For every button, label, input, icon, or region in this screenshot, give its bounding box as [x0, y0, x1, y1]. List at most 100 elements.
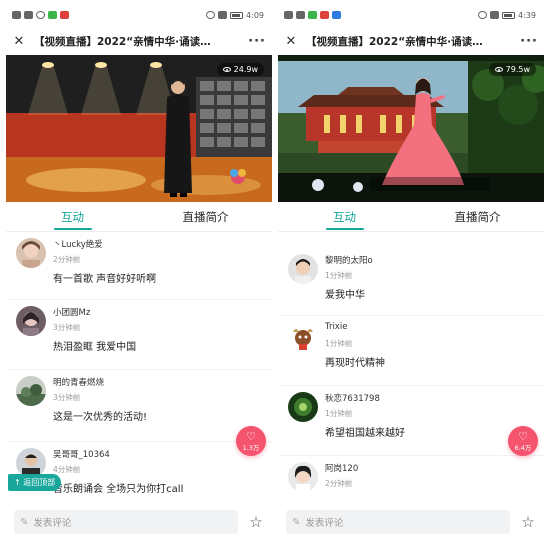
comment-time: 2分钟前 [53, 255, 81, 264]
battery-icon [230, 11, 244, 19]
comment-username[interactable]: 丶Lucky绝爱 [53, 238, 103, 250]
status-icons-left [12, 11, 69, 19]
comment-text: 这是一次优秀的活动! [53, 412, 148, 423]
comment-username[interactable]: 阿岗120 [325, 462, 358, 474]
status-bar: 4:39 [278, 0, 544, 30]
phone-screen-right: 4:39 ✕ 【视频直播】2022“亲情中华·诵读… ··· 79.5w 互动 … [278, 0, 544, 550]
live-video-player[interactable]: 79.5w [278, 55, 544, 202]
comment-username[interactable]: 明的青春燃烧 [53, 376, 104, 388]
pencil-icon: ✎ [292, 516, 301, 528]
comment-username[interactable]: 小团圆Mz [53, 306, 90, 318]
eye-comfort-icon [206, 11, 216, 19]
avatar-image [16, 376, 46, 406]
eye-icon [494, 67, 503, 72]
signal-icon [284, 11, 293, 19]
stage-scene-image [6, 55, 272, 202]
like-count: 1.3万 [242, 444, 260, 452]
comment-username[interactable]: 黎明的太阳o [325, 254, 373, 266]
stage-scene-image [278, 55, 544, 202]
list-item: 秋恋7631798 1分钟前 希望祖国越来越好 [278, 386, 544, 456]
page-title: 【视频直播】2022“亲情中华·诵读… [306, 35, 483, 48]
star-icon[interactable]: ☆ [520, 513, 536, 531]
battery-icon [502, 11, 516, 19]
avatar[interactable] [288, 462, 318, 492]
avatar[interactable] [16, 306, 46, 336]
close-icon[interactable]: ✕ [12, 35, 26, 48]
comment-text: 再现时代精神 [325, 358, 385, 369]
tab-live-intro[interactable]: 直播简介 [411, 202, 544, 232]
status-time: 4:39 [518, 10, 536, 20]
pencil-icon: ✎ [20, 516, 29, 528]
avatar-image [288, 462, 318, 492]
back-to-top-button[interactable]: ↑ 返回顶部 [8, 474, 62, 491]
comment-input[interactable]: ✎ 发表评论 [14, 510, 238, 534]
comment-input[interactable]: ✎ 发表评论 [286, 510, 510, 534]
view-count-badge: 79.5w [488, 63, 536, 76]
list-item: Trixie 1分钟前 再现时代精神 [278, 316, 544, 386]
comment-time: 3分钟前 [53, 393, 81, 402]
app-notification-icon [332, 11, 341, 19]
tab-bar: 互动 直播简介 [6, 202, 272, 232]
avatar[interactable] [288, 392, 318, 422]
eye-icon [222, 67, 231, 72]
like-count: 6.4万 [514, 444, 532, 452]
status-icons-left [284, 11, 341, 19]
wechat-app-icon [48, 11, 57, 19]
status-time: 4:09 [246, 10, 264, 20]
bottom-comment-bar: ✎ 发表评论 ☆ [278, 505, 544, 539]
avatar[interactable] [16, 238, 46, 268]
wifi-icon [296, 11, 305, 19]
list-item: 丶Lucky绝爱 2分钟前 有一首歌 声音好好听啊 [6, 232, 272, 300]
comment-username[interactable]: 秋恋7631798 [325, 392, 380, 404]
avatar-image [16, 306, 46, 336]
page-title: 【视频直播】2022“亲情中华·诵读… [34, 35, 211, 48]
status-icons-right: 4:09 [206, 11, 264, 20]
view-count-badge: 24.9w [216, 63, 264, 76]
list-item: 黎明的太阳o 1分钟前 爱我中华 [278, 248, 544, 316]
view-count-value: 24.9w [233, 65, 258, 74]
arrow-up-icon: ↑ [14, 478, 21, 487]
avatar-image [288, 254, 318, 284]
list-item: 小团圆Mz 3分钟前 热泪盈眶 我爱中国 [6, 300, 272, 370]
view-count-value: 79.5w [505, 65, 530, 74]
nfc-icon [36, 11, 45, 19]
eye-comfort-icon [478, 11, 488, 19]
comment-time: 1分钟前 [325, 339, 353, 348]
comment-username[interactable]: 吴哥哥_10364 [53, 448, 110, 460]
tab-live-intro[interactable]: 直播简介 [139, 202, 272, 232]
more-options-icon[interactable]: ··· [520, 34, 538, 49]
avatar[interactable] [288, 254, 318, 284]
tab-interaction[interactable]: 互动 [278, 202, 411, 232]
comment-input-placeholder: 发表评论 [33, 518, 72, 529]
like-button[interactable]: ♡ 1.3万 [236, 426, 266, 456]
comment-list[interactable]: 丶Lucky绝爱 2分钟前 有一首歌 声音好好听啊 小团圆Mz 3分钟前 热泪盈… [6, 232, 272, 502]
avatar[interactable] [16, 376, 46, 406]
heart-icon: ♡ [246, 430, 256, 443]
bluetooth-icon [490, 11, 500, 19]
like-button[interactable]: ♡ 6.4万 [508, 426, 538, 456]
star-icon[interactable]: ☆ [248, 513, 264, 531]
app-notification-icon [60, 11, 69, 19]
tab-interaction[interactable]: 互动 [6, 202, 139, 232]
title-bar: ✕ 【视频直播】2022“亲情中华·诵读… ··· [6, 30, 272, 52]
tab-bar: 互动 直播简介 [278, 202, 544, 232]
avatar[interactable] [288, 322, 318, 352]
bluetooth-icon [218, 11, 228, 19]
status-bar: 4:09 [6, 0, 272, 30]
more-options-icon[interactable]: ··· [248, 34, 266, 49]
live-video-player[interactable]: 24.9w [6, 55, 272, 202]
title-bar: ✕ 【视频直播】2022“亲情中华·诵读… ··· [278, 30, 544, 52]
close-icon[interactable]: ✕ [284, 35, 298, 48]
comment-username[interactable]: Trixie [325, 322, 347, 332]
bottom-comment-bar: ✎ 发表评论 ☆ [6, 505, 272, 539]
comment-time: 4分钟前 [53, 465, 81, 474]
heart-icon: ♡ [518, 430, 528, 443]
comment-input-placeholder: 发表评论 [305, 518, 344, 529]
wifi-icon [24, 11, 33, 19]
app-notification-icon [320, 11, 329, 19]
comment-time: 2分钟前 [325, 479, 353, 488]
wechat-app-icon [308, 11, 317, 19]
comment-list[interactable]: 黎明的太阳o 1分钟前 爱我中华 Trixie 1分钟前 再现时代精神 秋恋76… [278, 248, 544, 518]
status-icons-right: 4:39 [478, 11, 536, 20]
comment-text: 音乐朗诵会 全场只为你打call [53, 484, 184, 495]
